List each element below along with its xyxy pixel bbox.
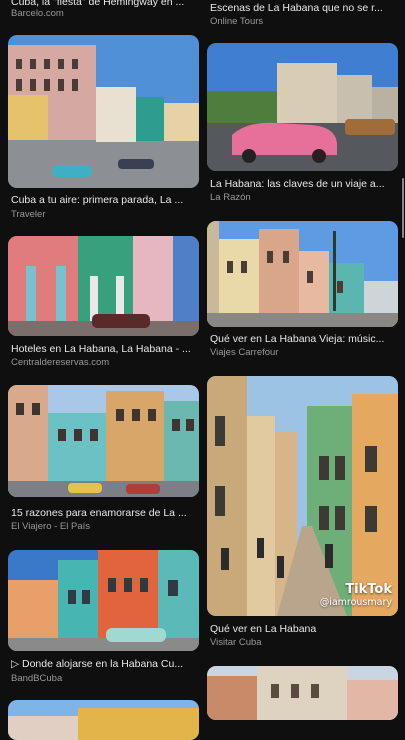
result-title[interactable]: La Habana: las claves de un viaje a... xyxy=(210,178,396,191)
result-source: Visitar Cuba xyxy=(210,637,262,648)
result-thumbnail[interactable] xyxy=(8,236,199,336)
result-title[interactable]: ▷ Donde alojarse en la Habana Cu... xyxy=(11,658,197,671)
result-title[interactable]: Qué ver en La Habana xyxy=(210,623,396,636)
tiktok-handle: @iamrousmary xyxy=(319,597,392,608)
result-thumbnail[interactable] xyxy=(8,35,199,188)
result-source: Online Tours xyxy=(210,16,264,27)
result-thumbnail[interactable]: TikTok @iamrousmary xyxy=(207,376,398,616)
result-thumbnail[interactable] xyxy=(207,221,398,327)
result-title[interactable]: 15 razones para enamorarse de La ... xyxy=(11,507,197,520)
tiktok-watermark: TikTok @iamrousmary xyxy=(320,582,392,608)
result-title[interactable]: Escenas de La Habana que no se r... xyxy=(210,2,396,15)
result-thumbnail[interactable] xyxy=(207,43,398,171)
result-source: Centraldereservas.com xyxy=(11,357,110,368)
tiktok-logo: TikTok xyxy=(345,582,392,597)
result-source: La Razón xyxy=(210,192,251,203)
result-thumbnail[interactable] xyxy=(8,700,199,740)
scrollbar[interactable] xyxy=(402,178,404,238)
result-title[interactable]: Hoteles en La Habana, La Habana - ... xyxy=(11,343,197,356)
result-thumbnail[interactable] xyxy=(8,385,199,497)
result-source: Traveler xyxy=(11,209,46,220)
result-source: Viajes Carrefour xyxy=(210,347,279,358)
result-source: BandBCuba xyxy=(11,673,63,684)
result-title[interactable]: Cuba a tu aire: primera parada, La ... xyxy=(11,194,197,207)
result-thumbnail[interactable] xyxy=(8,550,199,651)
result-source: El Viajero - El País xyxy=(11,521,91,532)
result-title[interactable]: Qué ver en La Habana Vieja: músic... xyxy=(210,333,396,346)
result-thumbnail[interactable] xyxy=(207,666,398,720)
result-source: Barcelo.com xyxy=(11,8,64,19)
